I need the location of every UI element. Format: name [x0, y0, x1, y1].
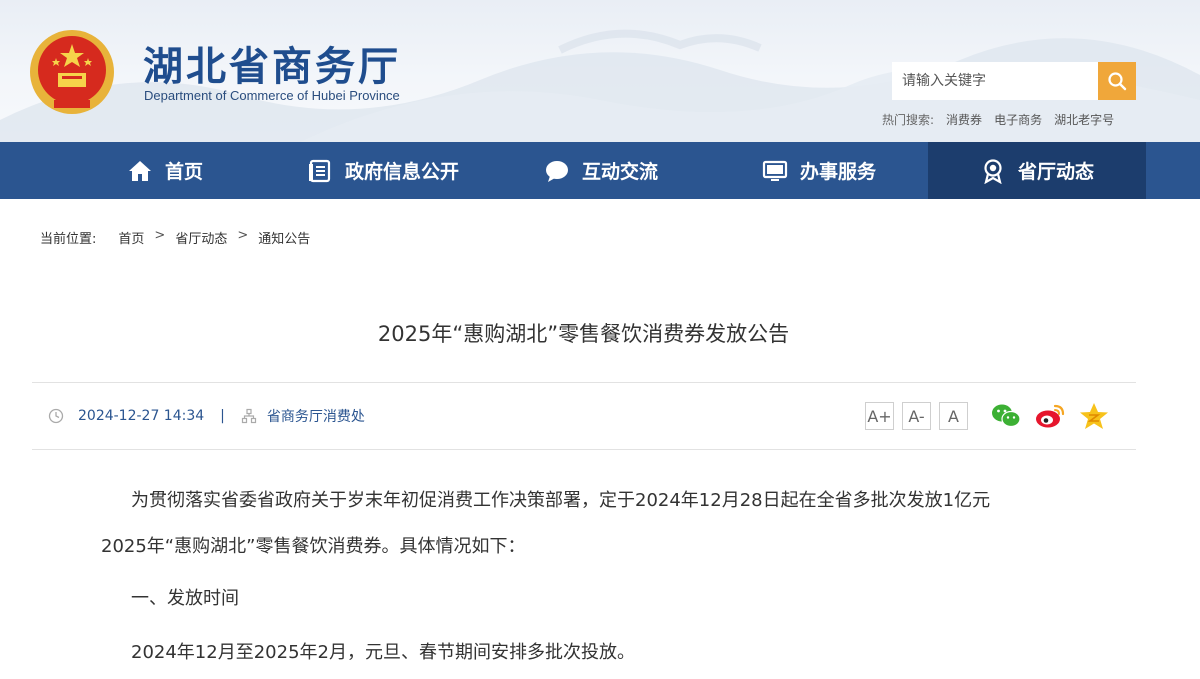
breadcrumb-home[interactable]: 首页	[118, 228, 144, 247]
qzone-share-button[interactable]	[1078, 400, 1110, 432]
nav-item-label: 互动交流	[581, 161, 658, 183]
font-size-controls: A+ A- A	[865, 402, 968, 430]
paragraph-text: 2024年12月至2025年2月，元旦、春节期间安排多批次投放。	[131, 642, 635, 663]
national-emblem-icon	[30, 30, 114, 114]
hot-search-link[interactable]: 消费券	[946, 111, 982, 128]
qzone-star-icon	[1080, 403, 1108, 429]
search-icon	[1108, 72, 1127, 91]
breadcrumb-separator: >	[237, 228, 249, 243]
meta-separator: |	[220, 408, 225, 424]
hot-search: 热门搜索: 消费券 电子商务 湖北老字号	[882, 111, 1114, 128]
award-badge-icon	[984, 158, 1002, 184]
wechat-icon	[992, 404, 1021, 428]
site-subtitle: Department of Commerce of Hubei Province	[144, 88, 400, 103]
breadcrumb-label: 当前位置:	[40, 232, 97, 247]
article-source: 省商务厅消费处	[266, 409, 365, 425]
breadcrumb: 当前位置: 首页 > 省厅动态 > 通知公告	[40, 228, 310, 247]
divider	[32, 449, 1136, 450]
chat-bubble-icon	[545, 160, 568, 182]
nav-item-label: 政府信息公开	[344, 161, 459, 183]
nav-item-home[interactable]: 首页	[56, 142, 274, 199]
paragraph-text: 为贯彻落实省委省政府关于岁末年初促消费工作决策部署，定于2024年12月28日起…	[131, 490, 991, 511]
font-decrease-button[interactable]: A-	[902, 402, 931, 430]
site-header: 湖北省商务厅 Department of Commerce of Hubei P…	[0, 0, 1200, 142]
document-list-icon	[308, 159, 331, 182]
hot-search-link[interactable]: 湖北老字号	[1054, 111, 1114, 128]
breadcrumb-news[interactable]: 省厅动态	[175, 228, 227, 247]
search-input[interactable]	[892, 62, 1098, 100]
wechat-share-button[interactable]	[990, 400, 1022, 432]
section-heading: 一、发放时间	[131, 588, 239, 609]
nav-item-gov-info[interactable]: 政府信息公开	[274, 142, 492, 199]
font-increase-button[interactable]: A+	[865, 402, 894, 430]
publish-date: 2024-12-27 14:34	[78, 408, 205, 424]
divider	[32, 382, 1136, 383]
site-title: 湖北省商务厅	[143, 43, 401, 90]
nav-item-interaction[interactable]: 互动交流	[492, 142, 710, 199]
article-meta: 2024-12-27 14:34 | 省商务厅消费处	[48, 406, 365, 426]
nav-item-news[interactable]: 省厅动态	[928, 142, 1146, 199]
share-buttons	[990, 400, 1110, 432]
article-title: 2025年“惠购湖北”零售餐饮消费券发放公告	[377, 322, 790, 346]
search-button[interactable]	[1098, 62, 1136, 100]
nav-item-label: 办事服务	[799, 161, 876, 183]
font-reset-button[interactable]: A	[939, 402, 968, 430]
monitor-icon	[762, 160, 788, 181]
breadcrumb-separator: >	[154, 228, 166, 243]
paragraph-text: 2025年“惠购湖北”零售餐饮消费券。具体情况如下：	[101, 536, 526, 557]
home-icon	[128, 160, 151, 181]
hot-search-link[interactable]: 电子商务	[994, 111, 1042, 128]
nav-item-services[interactable]: 办事服务	[710, 142, 928, 199]
weibo-icon	[1036, 404, 1065, 428]
breadcrumb-notices[interactable]: 通知公告	[258, 228, 310, 247]
search-box	[892, 62, 1136, 100]
weibo-share-button[interactable]	[1034, 400, 1066, 432]
hot-search-label: 热门搜索:	[882, 113, 935, 127]
org-chart-icon	[241, 408, 256, 424]
nav-item-label: 省厅动态	[1017, 161, 1094, 183]
nav-item-label: 首页	[164, 161, 203, 183]
main-nav: 首页 政府信息公开 互动交流 办事服务 省厅动态	[0, 142, 1200, 199]
clock-icon	[48, 408, 64, 424]
